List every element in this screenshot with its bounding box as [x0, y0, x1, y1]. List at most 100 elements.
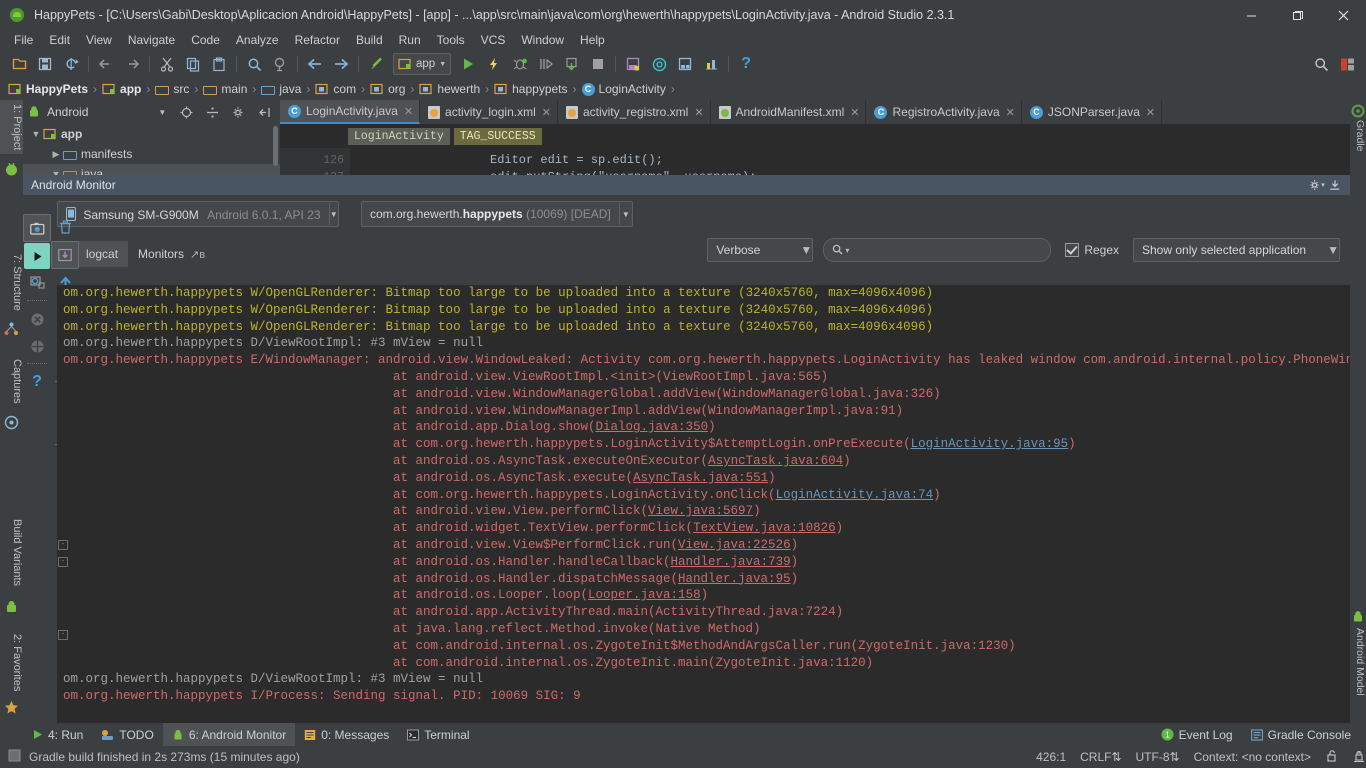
tool-button-messages[interactable]: 0: Messages — [295, 723, 398, 746]
search-everywhere-icon[interactable] — [1310, 53, 1332, 75]
tab-monitors[interactable]: Monitors ↗ʙ — [128, 241, 215, 267]
tab-activity-login-xml[interactable]: activity_login.xml ✕ — [420, 100, 558, 124]
breadcrumb-item-app[interactable]: app — [100, 82, 143, 96]
save-all-icon[interactable] — [34, 53, 56, 75]
screenshot-icon[interactable] — [23, 214, 51, 242]
stop-icon[interactable] — [587, 53, 609, 75]
tab-activity-registro-xml[interactable]: activity_registro.xml ✕ — [558, 100, 711, 124]
collapse-all-icon[interactable] — [201, 101, 223, 123]
menu-code[interactable]: Code — [183, 30, 228, 50]
redo-icon[interactable] — [121, 53, 143, 75]
cut-icon[interactable] — [156, 53, 178, 75]
settings-icon[interactable] — [227, 101, 249, 123]
find-icon[interactable] — [243, 53, 265, 75]
breadcrumb-item-happypets-pkg[interactable]: happypets — [492, 82, 569, 96]
twisty-icon[interactable]: ▶ — [49, 149, 63, 160]
context-indicator[interactable]: Context: <no context> — [1194, 750, 1311, 764]
tool-button-run[interactable]: 4: Run — [23, 723, 92, 746]
debug-icon[interactable] — [509, 53, 531, 75]
breadcrumb-item-happypets[interactable]: HappyPets — [6, 82, 90, 96]
regex-checkbox[interactable]: Regex — [1065, 243, 1119, 257]
copy-icon[interactable] — [182, 53, 204, 75]
tool-button-android-monitor[interactable]: 6: Android Monitor — [162, 723, 296, 746]
tool-button-todo[interactable]: TODO — [92, 723, 162, 746]
caret-position[interactable]: 426:1 — [1036, 750, 1066, 764]
close-icon[interactable]: ✕ — [1006, 106, 1015, 119]
sidebar-item-android-model[interactable]: Android Model — [1350, 628, 1366, 696]
menu-analyze[interactable]: Analyze — [228, 30, 287, 50]
menu-window[interactable]: Window — [513, 30, 572, 50]
hide-icon[interactable] — [253, 101, 275, 123]
logcat-source-link[interactable]: View.java:22526 — [678, 538, 791, 552]
logcat-source-link[interactable]: Looper.java:158 — [588, 588, 701, 602]
layout-inspector-icon[interactable] — [24, 270, 50, 296]
breadcrumb-item-com[interactable]: com — [313, 82, 358, 96]
close-icon[interactable]: ✕ — [694, 106, 703, 119]
logcat-source-link[interactable]: View.java:5697 — [648, 504, 753, 518]
sidebar-item-structure[interactable]: 7: Structure — [0, 250, 23, 315]
menu-help[interactable]: Help — [572, 30, 613, 50]
sidebar-item-project[interactable]: 1: Project — [0, 100, 23, 155]
line-separator[interactable]: CRLF⇅ — [1080, 750, 1121, 764]
menu-run[interactable]: Run — [391, 30, 429, 50]
menu-vcs[interactable]: VCS — [473, 30, 514, 50]
avd-manager-icon[interactable] — [648, 53, 670, 75]
checkbox-icon[interactable] — [1065, 243, 1080, 257]
breadcrumb-item-java[interactable]: java — [259, 82, 303, 96]
tab-registroactivity-java[interactable]: C RegistroActivity.java ✕ — [866, 100, 1022, 124]
code-editor[interactable]: LoginActivity TAG_SUCCESS 126 127 Editor… — [280, 124, 1350, 175]
profiler-icon[interactable] — [700, 53, 722, 75]
run-step-icon[interactable] — [535, 53, 557, 75]
tool-button-event-log[interactable]: 1 Event Log — [1152, 723, 1242, 746]
breadcrumb-item-hewerth[interactable]: hewerth — [417, 82, 482, 96]
menu-refactor[interactable]: Refactor — [287, 30, 348, 50]
attach-debugger-icon[interactable] — [561, 53, 583, 75]
logcat-output[interactable]: om.org.hewerth.happypets W/OpenGLRendere… — [57, 285, 1350, 744]
maximize-button[interactable] — [1274, 0, 1320, 30]
breadcrumb-item-org[interactable]: org — [368, 82, 407, 96]
forward-icon[interactable] — [330, 53, 352, 75]
logcat-source-link[interactable]: Dialog.java:350 — [596, 420, 709, 434]
menu-build[interactable]: Build — [348, 30, 391, 50]
device-selector[interactable]: Samsung SM-G900M Android 6.0.1, API 23 ▼ — [57, 201, 339, 227]
tree-row-manifests[interactable]: ▶ manifests — [23, 144, 280, 164]
logcat-source-link[interactable]: LoginActivity.java:95 — [911, 437, 1069, 451]
inspection-icon[interactable] — [1352, 749, 1366, 766]
settings-icon[interactable]: ▾ — [1308, 175, 1326, 195]
sdk-manager-icon[interactable] — [622, 53, 644, 75]
build-status-icon[interactable] — [8, 749, 21, 765]
chevron-down-icon[interactable]: ▼ — [800, 243, 812, 257]
close-icon[interactable]: ✕ — [1146, 106, 1155, 119]
paste-icon[interactable] — [208, 53, 230, 75]
menu-tools[interactable]: Tools — [429, 30, 473, 50]
sidebar-item-captures[interactable]: Captures — [0, 355, 23, 408]
layout-editor-icon[interactable] — [1336, 53, 1358, 75]
detach-icon[interactable]: ↗ʙ — [190, 248, 205, 261]
sidebar-item-build-variants[interactable]: Build Variants — [0, 515, 23, 590]
breadcrumb-item-src[interactable]: src — [153, 82, 191, 96]
unlocked-icon[interactable] — [1325, 749, 1338, 765]
breadcrumb-item-main[interactable]: main — [201, 82, 249, 96]
back-icon[interactable] — [304, 53, 326, 75]
open-folder-icon[interactable] — [8, 53, 30, 75]
close-button[interactable] — [1320, 0, 1366, 30]
sidebar-item-favorites[interactable]: 2: Favorites — [0, 630, 23, 695]
close-icon[interactable]: ✕ — [404, 105, 413, 118]
chevron-down-icon[interactable]: ▾ — [845, 246, 849, 255]
process-selector[interactable]: com.org.hewerth.happypets (10069) [DEAD]… — [361, 201, 633, 227]
menu-edit[interactable]: Edit — [41, 30, 78, 50]
project-view-selector[interactable]: Android ▼ — [27, 105, 173, 119]
fold-marker-icon[interactable]: - — [58, 557, 68, 567]
search-input[interactable] — [853, 242, 1043, 258]
chevron-down-icon[interactable]: ▼ — [1327, 243, 1339, 257]
undo-icon[interactable] — [95, 53, 117, 75]
build-icon[interactable] — [365, 53, 387, 75]
logcat-source-link[interactable]: LoginActivity.java:74 — [776, 488, 934, 502]
close-icon[interactable]: ✕ — [850, 106, 859, 119]
tab-jsonparser-java[interactable]: C JSONParser.java ✕ — [1022, 100, 1163, 124]
apply-changes-icon[interactable] — [483, 53, 505, 75]
logcat-search-box[interactable]: ▾ — [823, 238, 1052, 262]
tool-button-gradle-console[interactable]: Gradle Console — [1242, 723, 1360, 746]
run-icon[interactable] — [457, 53, 479, 75]
fold-marker-icon[interactable]: - — [58, 630, 68, 640]
